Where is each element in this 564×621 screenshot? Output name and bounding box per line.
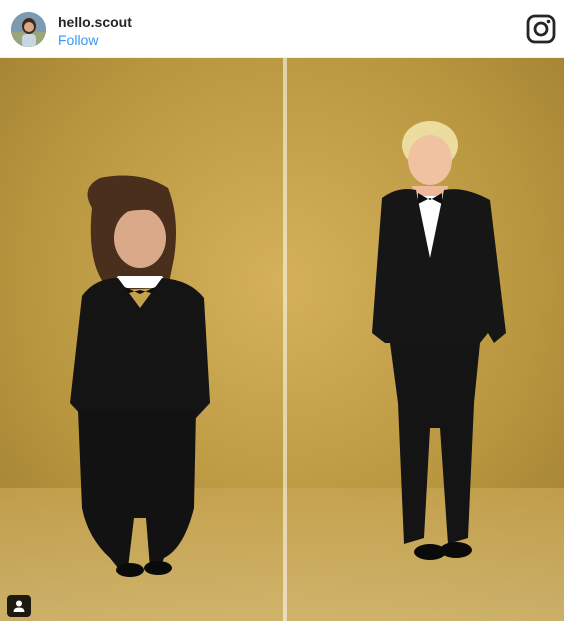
post-image[interactable]: [0, 58, 564, 621]
user-tag-icon[interactable]: [7, 595, 31, 617]
post-header: hello.scout Follow: [0, 0, 564, 58]
avatar[interactable]: [11, 12, 46, 47]
instagram-icon[interactable]: [526, 14, 556, 44]
username[interactable]: hello.scout: [58, 14, 132, 30]
follow-button[interactable]: Follow: [58, 32, 98, 48]
